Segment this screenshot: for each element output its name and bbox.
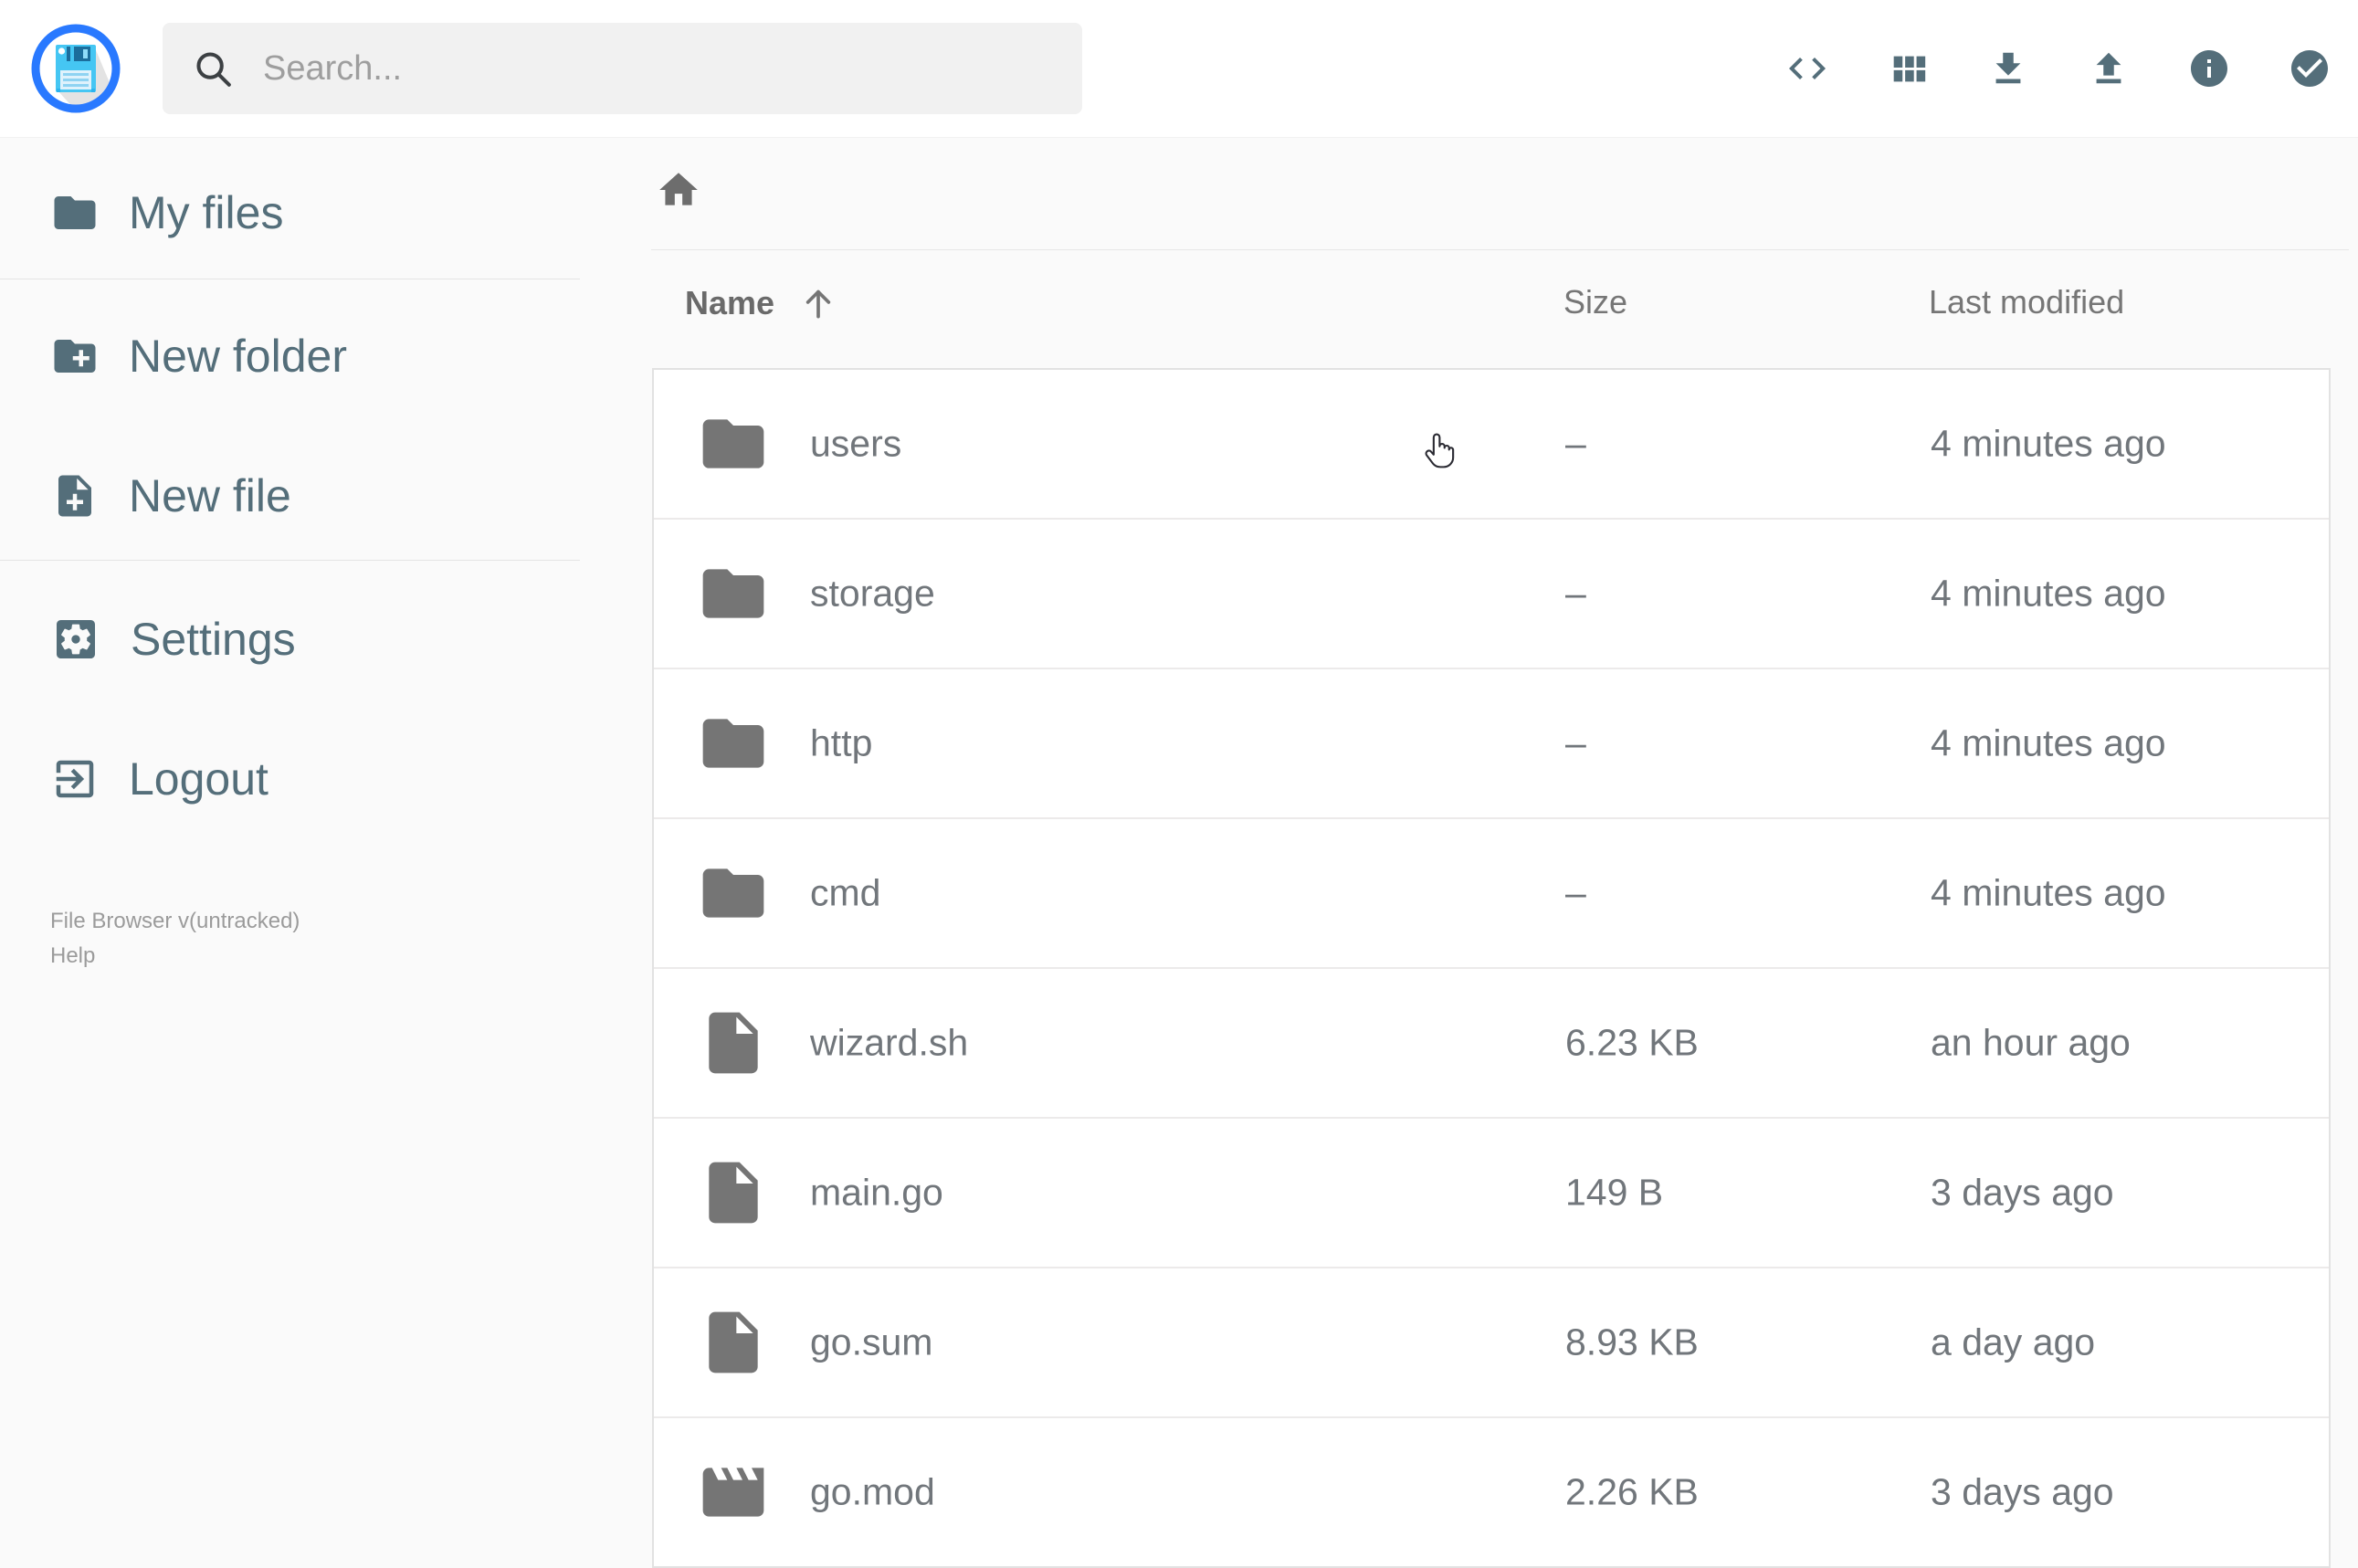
filebrowser-app: { "colors": { "accent_blue": "#2979ff", … — [0, 0, 2358, 1568]
file-row[interactable]: go.mod 2.26 KB 3 days ago — [654, 1418, 2329, 1566]
sidebar-item-my-files[interactable]: My files — [0, 158, 580, 268]
sort-ascending-arrow-icon — [798, 283, 838, 323]
file-size: – — [1565, 721, 1586, 764]
sidebar-item-label: New folder — [129, 331, 347, 382]
search-bar — [163, 23, 1082, 114]
file-size: 149 B — [1565, 1171, 1664, 1214]
file-modified: 3 days ago — [1931, 1171, 2114, 1214]
movie-icon — [702, 1468, 764, 1517]
file-size: – — [1565, 572, 1586, 615]
file-icon — [709, 1162, 758, 1224]
folder-icon — [702, 719, 764, 768]
column-label: Size — [1563, 283, 1628, 321]
code-icon — [1789, 58, 1826, 79]
sidebar-item-logout[interactable]: Logout — [0, 724, 580, 834]
file-listing: users – 4 minutes ago storage – 4 minute… — [652, 368, 2331, 1568]
info-icon — [2191, 50, 2227, 87]
file-modified: 4 minutes ago — [1931, 422, 2166, 465]
file-modified: 4 minutes ago — [1931, 721, 2166, 764]
search-input[interactable] — [261, 47, 1014, 89]
sidebar-item-new-file[interactable]: New file — [0, 441, 580, 551]
file-name: main.go — [810, 1171, 943, 1214]
sidebar-item-label: My files — [129, 187, 284, 238]
sidebar-item-label: New file — [129, 470, 291, 521]
file-name: storage — [810, 572, 935, 615]
file-icon — [709, 1311, 758, 1373]
upload-button[interactable] — [2084, 44, 2133, 93]
file-name: cmd — [810, 871, 881, 914]
file-row[interactable]: http – 4 minutes ago — [654, 669, 2329, 819]
check-circle-icon — [2291, 50, 2328, 87]
file-size: 2.26 KB — [1565, 1470, 1699, 1513]
folder-icon — [702, 419, 764, 468]
file-name: http — [810, 721, 873, 764]
file-row[interactable]: main.go 149 B 3 days ago — [654, 1119, 2329, 1268]
sidebar-footer: File Browser v(untracked) Help — [50, 904, 300, 973]
folder-icon — [54, 196, 96, 229]
view-module-grid-icon — [1893, 56, 1926, 82]
file-size: – — [1565, 422, 1586, 465]
toolbar — [1783, 44, 2334, 93]
app-version-text: File Browser v(untracked) — [50, 909, 300, 933]
column-header-name[interactable]: Name — [685, 283, 838, 323]
download-icon — [1995, 52, 2021, 84]
file-name: users — [810, 422, 902, 465]
top-bar — [0, 0, 2358, 138]
file-name: go.sum — [810, 1321, 933, 1363]
file-row[interactable]: cmd – 4 minutes ago — [654, 819, 2329, 969]
select-multiple-button[interactable] — [2285, 44, 2334, 93]
file-icon — [709, 1012, 758, 1074]
file-modified: 4 minutes ago — [1931, 871, 2166, 914]
sidebar-item-label: Settings — [131, 614, 296, 665]
upload-icon — [2096, 52, 2121, 84]
home-icon — [659, 173, 698, 205]
file-name: wizard.sh — [810, 1021, 969, 1064]
column-header-size[interactable]: Size — [1563, 283, 1627, 321]
settings-gear-icon — [57, 620, 95, 658]
file-modified: a day ago — [1931, 1321, 2096, 1363]
help-link[interactable]: Help — [50, 939, 300, 973]
logout-icon — [56, 760, 94, 798]
file-row[interactable]: users – 4 minutes ago — [654, 370, 2329, 520]
file-size: – — [1565, 871, 1586, 914]
sidebar: My files New folder New file Settings Lo… — [0, 137, 580, 1516]
file-size: 6.23 KB — [1565, 1021, 1699, 1064]
file-modified: an hour ago — [1931, 1021, 2131, 1064]
breadcrumb-home-button[interactable] — [656, 167, 701, 213]
file-modified: 3 days ago — [1931, 1470, 2114, 1513]
column-header-modified[interactable]: Last modified — [1929, 283, 2124, 321]
floppy-disk-logo-icon — [31, 24, 121, 113]
folder-icon — [702, 868, 764, 918]
file-name: go.mod — [810, 1470, 935, 1513]
file-modified: 4 minutes ago — [1931, 572, 2166, 615]
column-label: Name — [685, 284, 775, 321]
switch-view-button[interactable] — [1883, 44, 1932, 93]
create-new-folder-icon — [54, 340, 96, 373]
column-label: Last modified — [1929, 283, 2125, 321]
main-area: Name Size Last modified users – 4 minute… — [580, 137, 2358, 1568]
folder-icon — [702, 569, 764, 618]
search-icon — [192, 47, 234, 89]
sidebar-item-label: Logout — [129, 753, 268, 805]
sidebar-item-settings[interactable]: Settings — [0, 584, 580, 694]
info-button[interactable] — [2184, 44, 2234, 93]
sidebar-item-new-folder[interactable]: New folder — [0, 301, 580, 411]
file-row[interactable]: storage – 4 minutes ago — [654, 520, 2329, 669]
file-row[interactable]: go.sum 8.93 KB a day ago — [654, 1268, 2329, 1418]
note-add-icon — [58, 475, 91, 517]
file-size: 8.93 KB — [1565, 1321, 1699, 1363]
raw-code-button[interactable] — [1783, 44, 1832, 93]
filebrowser-logo[interactable] — [30, 23, 121, 114]
file-row[interactable]: wizard.sh 6.23 KB an hour ago — [654, 969, 2329, 1119]
download-button[interactable] — [1984, 44, 2033, 93]
sidebar-divider — [0, 560, 580, 561]
listing-header: Name Size Last modified — [580, 283, 2358, 334]
breadcrumb-divider — [651, 249, 2349, 250]
